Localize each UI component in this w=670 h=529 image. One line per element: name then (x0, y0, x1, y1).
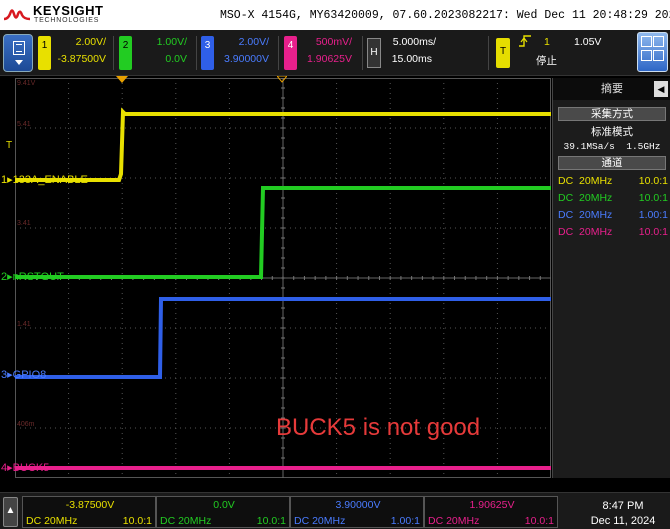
rising-edge-icon (519, 35, 531, 47)
trigger-level-marker[interactable]: T (6, 140, 12, 152)
menu-icon (13, 41, 25, 55)
acquisition-header: 采集方式 (558, 107, 666, 121)
keysight-logo: KEYSIGHT TECHNOLOGIES (3, 2, 113, 28)
channel-1-label: 133A_ENABLE (12, 174, 88, 186)
horizontal-time-per-div[interactable]: 5.000ms/ (384, 36, 436, 48)
annotation-text: BUCK5 is not good (276, 414, 481, 441)
brand-subtitle: TECHNOLOGIES (34, 17, 100, 24)
channel-2-bottom-info[interactable]: 0.0V DC 20MHz 10.0:1 (156, 496, 290, 528)
channel-2-offset: 0.0V (165, 53, 187, 65)
channel-3-label: GPIO8 (12, 369, 47, 381)
channels-header: 通道 (558, 156, 666, 170)
channel-4-settings[interactable]: 4 500mV/ 1.90625V (284, 34, 356, 72)
trigger-label[interactable]: T (496, 38, 510, 68)
channel-2-summary: DC 20MHz 10.0:1 (558, 192, 668, 204)
scale-label: 9.41V (17, 80, 36, 87)
trigger-source[interactable]: 1 (544, 36, 550, 48)
acquisition-mode: 标准模式 (591, 126, 633, 138)
channel-3-scale: 2.00V/ (238, 36, 269, 48)
channel-3-number: 3 (201, 36, 214, 70)
channel-3-settings[interactable]: 3 2.00V/ 3.90000V (201, 34, 273, 72)
brand-name: KEYSIGHT (33, 3, 104, 18)
channel-2-number: 2 (119, 36, 132, 70)
channel-2-settings[interactable]: 2 1.00V/ 0.0V (119, 34, 191, 72)
channel-4-scale: 500mV/ (315, 36, 352, 48)
touch-screen-button[interactable] (637, 32, 668, 72)
channel-1-offset: -3.87500V (57, 53, 106, 65)
channel-3-ground-marker[interactable]: 3▸GPIO8 (1, 369, 46, 381)
scale-label: 5.41 (17, 121, 31, 128)
channel-1-settings[interactable]: 1 2.00V/ -3.87500V (38, 34, 110, 72)
sample-rate: 39.1MSa/s (563, 141, 615, 152)
title-bar: KEYSIGHT TECHNOLOGIES MSO-X 4154G, MY634… (0, 0, 670, 30)
horizontal-delay[interactable]: 15.00ms (384, 53, 432, 65)
chevron-down-icon (15, 60, 23, 65)
trigger-level[interactable]: 1.05V (574, 36, 601, 48)
up-arrow-icon[interactable]: ▲ (3, 497, 18, 527)
channel-1-number: 1 (38, 36, 51, 70)
channel-4-label: BUCK5 (12, 462, 50, 474)
channel-2-ground-marker[interactable]: 2▸nRSTOUT (1, 271, 64, 283)
channel-toolbar: 1 2.00V/ -3.87500V 2 1.00V/ 0.0V 3 2.00V… (0, 30, 670, 76)
channel-2-label: nRSTOUT (12, 271, 64, 283)
channel-3-summary: DC 20MHz 1.00:1 (558, 209, 668, 221)
clock-time: 8:47 PM (602, 500, 644, 512)
channel-1-bottom-info[interactable]: -3.87500V DC 20MHz 10.0:1 (22, 496, 156, 528)
channel-4-number: 4 (284, 36, 297, 70)
channel-4-bottom-info[interactable]: 1.90625V DC 20MHz 10.0:1 (424, 496, 558, 528)
channel-1-summary: DC 20MHz 10.0:1 (558, 175, 668, 187)
scale-label: 406m (17, 421, 35, 428)
instrument-info: MSO-X 4154G, MY63420009, 07.60.202308221… (220, 9, 670, 22)
panel-arrow-icon[interactable]: ◀ (654, 81, 668, 97)
channel-2-scale: 1.00V/ (156, 36, 187, 48)
keysight-wave-icon (3, 9, 31, 21)
trigger-position-marker[interactable] (116, 76, 128, 84)
date-time: 8:47 PM Dec 11, 2024 (578, 499, 668, 529)
channel-3-offset: 3.90000V (224, 53, 269, 65)
channel-1-scale: 2.00V/ (75, 36, 106, 48)
summary-panel: 摘要 ◀ 采集方式 标准模式 39.1MSa/s 1.5GHz 通道 DC 20… (552, 78, 670, 478)
channel-1-ground-marker[interactable]: 1▸133A_ENABLE (1, 174, 88, 186)
touch-screen-icon (641, 36, 652, 47)
acquisition-rates: 39.1MSa/s 1.5GHz (553, 141, 670, 152)
run-status: 停止 (536, 55, 557, 67)
main-menu-button[interactable] (3, 34, 33, 72)
clock-date: Dec 11, 2024 (590, 515, 656, 527)
channel-3-bottom-info[interactable]: 3.90000V DC 20MHz 1.00:1 (290, 496, 424, 528)
channel-4-offset: 1.90625V (307, 53, 352, 65)
channel-4-summary: DC 20MHz 10.0:1 (558, 226, 668, 238)
horizontal-label[interactable]: H (367, 38, 381, 68)
summary-panel-title[interactable]: 摘要 ◀ (553, 78, 670, 100)
memory-depth: 1.5GHz (626, 141, 661, 152)
channel-4-ground-marker[interactable]: 4▸BUCK5 (1, 462, 49, 474)
bottom-status-bar: ▲ -3.87500V DC 20MHz 10.0:1 0.0V DC 20MH… (0, 492, 670, 529)
time-reference-marker (277, 76, 287, 83)
scale-label: 1.41 (17, 321, 31, 328)
scale-label: 3.41 (17, 220, 31, 227)
